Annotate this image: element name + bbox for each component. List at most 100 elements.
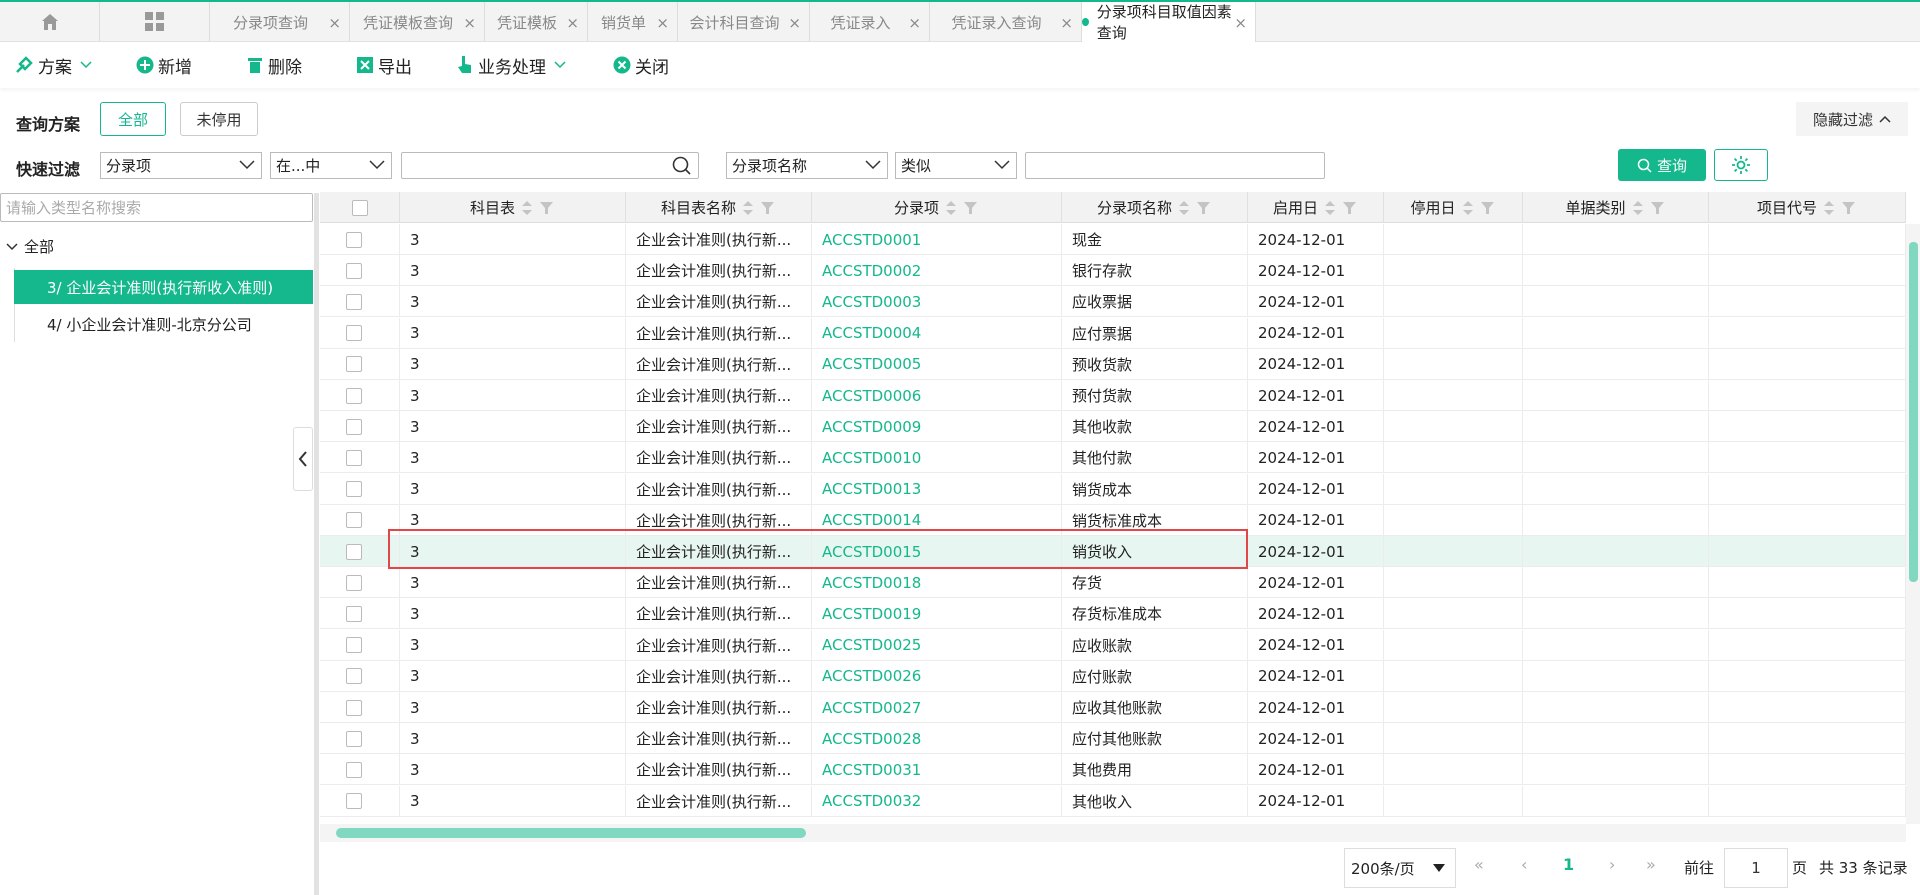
tree-item-3[interactable]: 3/ 企业会计准则(执行新收入准则) [14, 270, 313, 304]
apps-grid-icon[interactable] [100, 2, 210, 42]
table-row[interactable]: 3 企业会计准则(执行新... ACCSTD0027 应收其他账款 2024-12-01 [320, 692, 1906, 723]
tree-item-4[interactable]: 4/ 小企业会计准则-北京分公司 [14, 307, 313, 341]
table-row[interactable]: 3 企业会计准则(执行新... ACCSTD0001 现金 2024-12-01 [320, 224, 1906, 255]
column-header[interactable]: 分录项 [812, 192, 1062, 223]
tab-7[interactable]: 分录项科目取值因素查询 × [1082, 2, 1256, 42]
sort-filter-icon[interactable] [1178, 200, 1212, 216]
query-button[interactable]: 查询 [1618, 149, 1706, 181]
table-row[interactable]: 3 企业会计准则(执行新... ACCSTD0003 应收票据 2024-12-01 [320, 286, 1906, 318]
vertical-scrollbar[interactable] [1906, 224, 1920, 824]
sort-filter-icon[interactable] [1632, 200, 1666, 216]
table-cell[interactable]: ACCSTD0013 [812, 473, 1062, 505]
row-checkbox[interactable] [346, 449, 362, 466]
filter-operator-1-select[interactable]: 在...中 [270, 152, 392, 179]
home-icon[interactable] [0, 2, 100, 42]
sort-filter-icon[interactable] [1462, 200, 1496, 216]
tree-search-input[interactable]: 请输入类型名称搜索 [0, 193, 313, 222]
sort-filter-icon[interactable] [521, 200, 555, 216]
column-header[interactable]: 科目表名称 [626, 192, 812, 223]
table-row[interactable]: 3 企业会计准则(执行新... ACCSTD0031 其他费用 2024-12-01 [320, 754, 1906, 786]
table-cell[interactable]: ACCSTD0009 [812, 411, 1062, 443]
row-checkbox[interactable] [346, 231, 362, 248]
row-checkbox[interactable] [346, 356, 362, 373]
row-checkbox[interactable] [346, 262, 362, 279]
tab-6[interactable]: 凭证录入查询 × [930, 2, 1082, 42]
table-row[interactable]: 3 企业会计准则(执行新... ACCSTD0004 应付票据 2024-12-01 [320, 317, 1906, 349]
horizontal-scrollbar[interactable] [320, 824, 1906, 842]
horizontal-scroll-thumb[interactable] [336, 828, 806, 838]
row-checkbox[interactable] [346, 574, 362, 591]
page-size-select[interactable]: 200条/页 [1344, 848, 1456, 888]
table-cell[interactable]: ACCSTD0028 [812, 723, 1062, 755]
close-button[interactable]: 关闭 [613, 42, 669, 88]
row-checkbox[interactable] [346, 325, 362, 342]
tab-5[interactable]: 凭证录入 × [810, 2, 930, 42]
last-page-icon[interactable]: » [1646, 855, 1656, 874]
first-page-icon[interactable]: « [1474, 855, 1484, 874]
table-row[interactable]: 3 企业会计准则(执行新... ACCSTD0009 其他收款 2024-12-01 [320, 411, 1906, 443]
delete-button[interactable]: 删除 [246, 42, 302, 88]
filter-value-2-input[interactable] [1025, 152, 1325, 179]
sort-filter-icon[interactable] [945, 200, 979, 216]
table-cell[interactable]: ACCSTD0006 [812, 380, 1062, 411]
current-page[interactable]: 1 [1563, 855, 1574, 874]
row-checkbox[interactable] [346, 699, 362, 716]
row-checkbox[interactable] [346, 637, 362, 654]
row-checkbox[interactable] [346, 793, 362, 810]
table-cell[interactable]: ACCSTD0032 [812, 785, 1062, 817]
row-checkbox[interactable] [346, 543, 362, 560]
search-icon[interactable] [672, 156, 692, 176]
column-header[interactable]: 科目表 [400, 192, 626, 223]
column-header[interactable]: 项目代号 [1709, 192, 1906, 223]
row-checkbox[interactable] [346, 293, 362, 310]
filter-field-2-select[interactable]: 分录项名称 [726, 152, 888, 179]
business-processing-button[interactable]: 业务处理 [456, 42, 570, 88]
next-page-icon[interactable]: › [1609, 855, 1615, 874]
table-cell[interactable]: ACCSTD0003 [812, 286, 1062, 318]
row-checkbox[interactable] [346, 761, 362, 778]
table-cell[interactable]: ACCSTD0031 [812, 754, 1062, 786]
add-button[interactable]: 新增 [136, 42, 192, 88]
column-header[interactable]: 启用日 [1248, 192, 1384, 223]
table-row[interactable]: 3 企业会计准则(执行新... ACCSTD0025 应收账款 2024-12-01 [320, 629, 1906, 661]
prev-page-icon[interactable]: ‹ [1521, 855, 1527, 874]
table-row[interactable]: 3 企业会计准则(执行新... ACCSTD0032 其他收入 2024-12-01 [320, 785, 1906, 817]
table-row[interactable]: 3 企业会计准则(执行新... ACCSTD0013 销货成本 2024-12-01 [320, 473, 1906, 505]
goto-page-input[interactable]: 1 [1724, 848, 1788, 888]
close-tab-icon[interactable]: × [463, 14, 476, 32]
scheme-not-disabled-button[interactable]: 未停用 [180, 102, 258, 136]
select-all-checkbox[interactable] [351, 199, 368, 216]
collapse-panel-button[interactable] [293, 427, 313, 491]
vertical-scroll-thumb[interactable] [1909, 242, 1918, 582]
table-row[interactable]: 3 企业会计准则(执行新... ACCSTD0006 预付货款 2024-12-01 [320, 380, 1906, 411]
column-header[interactable]: 单据类别 [1523, 192, 1709, 223]
table-cell[interactable]: ACCSTD0026 [812, 660, 1062, 692]
tab-4[interactable]: 会计科目查询 × [678, 2, 810, 42]
row-checkbox[interactable] [346, 668, 362, 685]
table-row[interactable]: 3 企业会计准则(执行新... ACCSTD0018 存货 2024-12-01 [320, 567, 1906, 599]
close-tab-icon[interactable]: × [656, 14, 669, 32]
column-header[interactable]: 分录项名称 [1062, 192, 1248, 223]
row-checkbox[interactable] [346, 387, 362, 404]
settings-button[interactable] [1714, 149, 1768, 181]
table-cell[interactable]: ACCSTD0027 [812, 692, 1062, 723]
filter-field-1-select[interactable]: 分录项 [100, 152, 262, 179]
table-cell[interactable]: ACCSTD0010 [812, 442, 1062, 474]
column-header[interactable]: 停用日 [1384, 192, 1523, 223]
table-cell[interactable]: ACCSTD0002 [812, 255, 1062, 287]
table-row[interactable]: 3 企业会计准则(执行新... ACCSTD0014 销货标准成本 2024-12-01 [320, 504, 1906, 536]
filter-operator-2-select[interactable]: 类似 [895, 152, 1017, 179]
tree-root-all[interactable]: 全部 [6, 236, 54, 257]
row-checkbox[interactable] [346, 730, 362, 747]
close-tab-icon[interactable]: × [328, 14, 341, 32]
tab-3[interactable]: 销货单 × [588, 2, 678, 42]
sort-filter-icon[interactable] [742, 200, 776, 216]
panel-splitter[interactable] [314, 193, 319, 895]
table-row[interactable]: 3 企业会计准则(执行新... ACCSTD0015 销货收入 2024-12-01 [320, 536, 1906, 567]
table-cell[interactable]: ACCSTD0005 [812, 348, 1062, 380]
close-tab-icon[interactable]: × [1060, 14, 1073, 32]
hide-filter-button[interactable]: 隐藏过滤 [1796, 102, 1908, 136]
tab-2[interactable]: 凭证模板 × [485, 2, 588, 42]
scheme-all-button[interactable]: 全部 [100, 102, 166, 136]
row-checkbox[interactable] [346, 605, 362, 622]
